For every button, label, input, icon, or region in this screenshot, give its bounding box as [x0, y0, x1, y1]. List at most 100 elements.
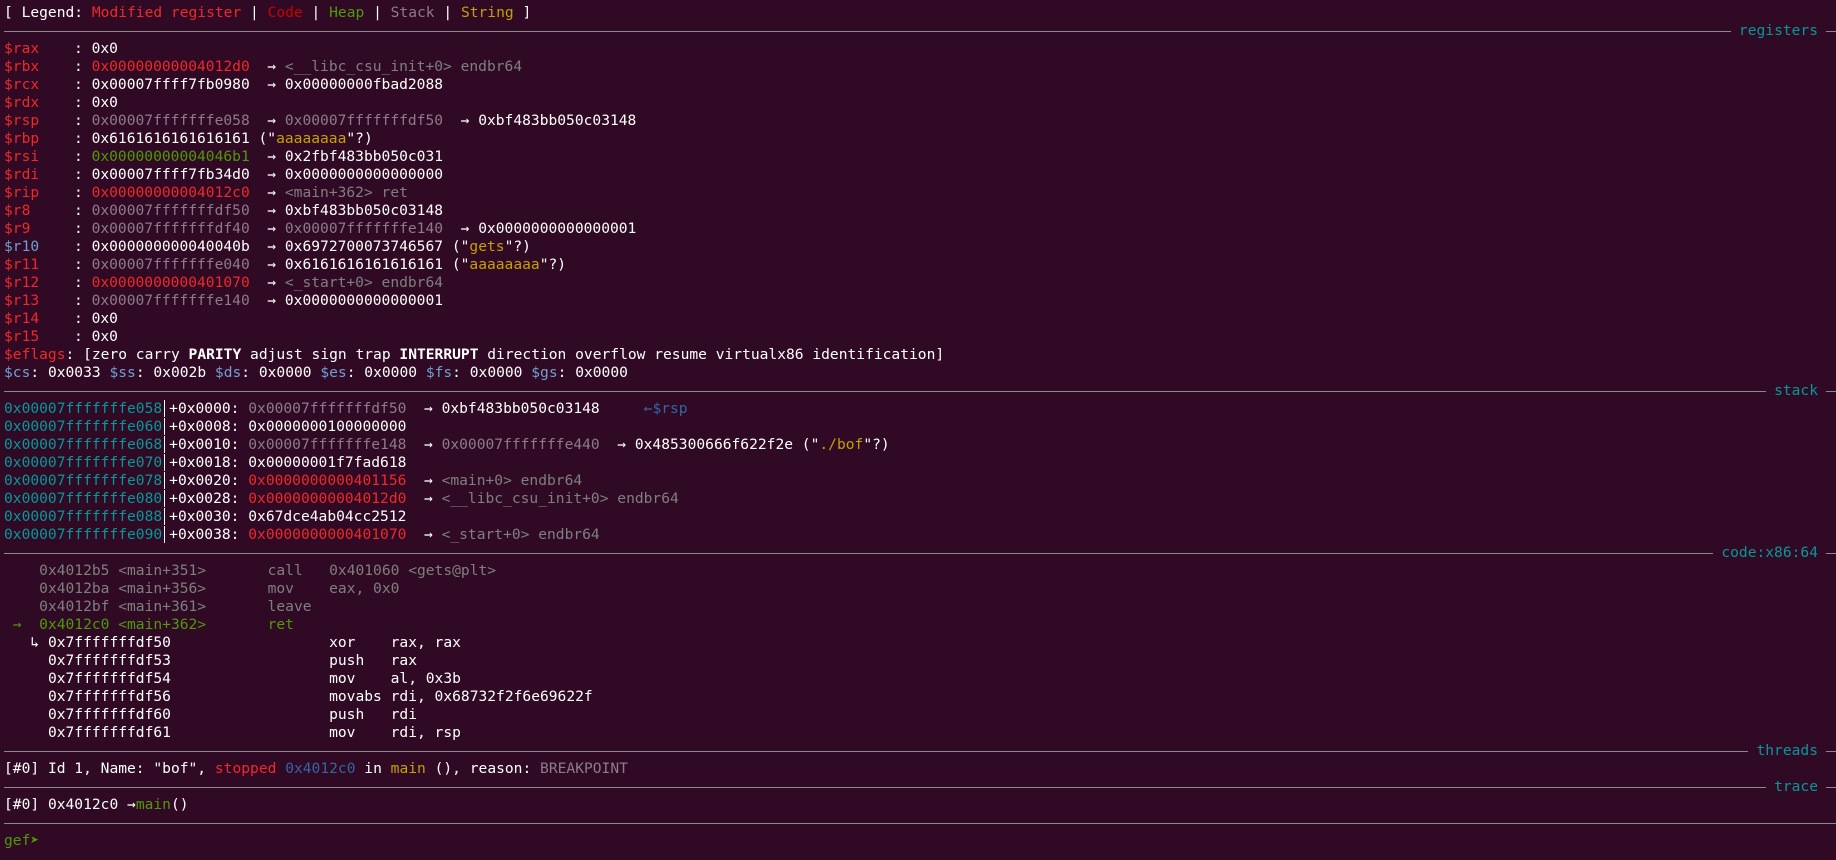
- segment-value: 0x0000: [364, 364, 418, 381]
- stack-offset: +0x0030:: [164, 508, 240, 525]
- trace-line: [#0] 0x4012c0 →main(): [4, 796, 189, 813]
- legend-line: [ Legend: Modified register | Code | Hea…: [4, 4, 532, 21]
- code-line-next: 0x7fffffffdf60 push rdi: [4, 706, 1836, 724]
- register-row: $rdi: 0x00007ffff7fb34d0 → 0x00000000000…: [4, 166, 1836, 184]
- register-value: 0x0000000000401070: [91, 274, 250, 291]
- code-line-next: 0x7fffffffdf53 push rax: [4, 652, 1836, 670]
- separator: :: [74, 58, 92, 75]
- pointer-target: 0x00007fffffffdf50: [284, 112, 444, 129]
- stack-address: 0x00007fffffffe090: [4, 526, 163, 543]
- paren: "?): [504, 238, 531, 255]
- register-name: $rdx: [4, 94, 40, 111]
- code-mnemonic: mov: [329, 670, 391, 687]
- threads-title: threads: [1748, 742, 1826, 760]
- register-value: 0x00000000004012d0: [91, 58, 250, 75]
- code-mnemonic: mov: [267, 580, 330, 597]
- register-value: 0x0: [91, 94, 118, 111]
- stack-value: 0x00007fffffffdf50: [248, 400, 407, 417]
- trace-divider: trace: [4, 778, 1836, 796]
- paren: (": [443, 256, 470, 273]
- code-marker: [4, 580, 39, 597]
- register-name: $rsi: [4, 148, 40, 165]
- code-operand: rdi: [390, 706, 417, 723]
- pointer-value: <_start+0> endbr64: [284, 274, 444, 291]
- arrow: →: [249, 220, 285, 237]
- code-line-next: 0x7fffffffdf54 mov al, 0x3b: [4, 670, 1836, 688]
- stack-offset: +0x0000:: [164, 400, 240, 417]
- code-line-past: 0x4012b5 <main+351> call 0x401060 <gets@…: [4, 562, 1836, 580]
- register-name: $r10: [4, 238, 40, 255]
- arrow: →: [249, 256, 285, 273]
- register-value: 0x00007ffff7fb0980: [91, 76, 250, 93]
- gef-prompt: gef➤: [4, 832, 40, 849]
- register-name: $rsp: [4, 112, 40, 129]
- paren: "?): [346, 130, 373, 147]
- stack-offset: +0x0020:: [164, 472, 240, 489]
- code-mnemonic: call: [267, 562, 330, 579]
- stack-value: 0x0000000000401156: [248, 472, 407, 489]
- code-operand: rdi, 0x68732f2f6e69622f: [390, 688, 593, 705]
- register-row: $rdx: 0x0: [4, 94, 1836, 112]
- code-marker: [4, 688, 48, 705]
- code-mnemonic: mov: [329, 724, 391, 741]
- register-value: 0x00007fffffffdf50: [91, 202, 250, 219]
- pointer-value: 0x6972700073746567: [284, 238, 444, 255]
- segment-name: $gs: [531, 364, 558, 381]
- register-value: 0x0: [91, 310, 118, 327]
- separator: :: [30, 364, 48, 381]
- segment-name: $cs: [4, 364, 31, 381]
- register-row: $rcx: 0x00007ffff7fb0980 → 0x00000000fba…: [4, 76, 1836, 94]
- code-address: 0x7fffffffdf61: [47, 724, 171, 741]
- stack-row: 0x00007fffffffe078 +0x0020: 0x00000000004…: [4, 472, 1836, 490]
- register-name: $rbx: [4, 58, 40, 75]
- pointer-value: <main+362> ret: [284, 184, 408, 201]
- register-name: $r9: [4, 220, 31, 237]
- arrow: →: [249, 184, 285, 201]
- register-row: $r15: 0x0: [4, 328, 1836, 346]
- segment-value: 0x0000: [469, 364, 523, 381]
- code-title: code:x86:64: [1713, 544, 1826, 562]
- pointer-value: 0x0000000000000001: [284, 292, 444, 309]
- code-line-next: 0x7fffffffdf61 mov rdi, rsp: [4, 724, 1836, 742]
- prompt-divider: [4, 814, 1836, 832]
- register-row: $r12: 0x0000000000401070 → <_start+0> en…: [4, 274, 1836, 292]
- arrow: →: [249, 202, 285, 219]
- code-marker: [4, 670, 48, 687]
- prompt-line[interactable]: gef➤: [4, 832, 1836, 850]
- stack-offset: +0x0028:: [164, 490, 240, 507]
- arrow: →: [249, 58, 285, 75]
- register-row: $rax: 0x0: [4, 40, 1836, 58]
- code-operand: rax, rax: [390, 634, 461, 651]
- segment-value: 0x0000: [575, 364, 628, 381]
- separator: :: [74, 202, 92, 219]
- stack-offset: +0x0018:: [164, 454, 240, 471]
- legend-heap: Heap: [329, 4, 365, 21]
- register-row: $rbp: 0x6161616161616161 ("aaaaaaaa"?): [4, 130, 1836, 148]
- code-marker: [4, 724, 48, 741]
- code-address: 0x4012bf <main+361>: [39, 598, 207, 615]
- pointer-value: 0xbf483bb050c03148: [441, 400, 600, 417]
- code-marker: ↳: [4, 634, 48, 651]
- pointer-value: <_start+0> endbr64: [441, 526, 600, 543]
- separator: :: [74, 256, 92, 273]
- register-name: $rbp: [4, 130, 40, 147]
- pointer-value: 0xbf483bb050c03148: [284, 202, 444, 219]
- stack-row: 0x00007fffffffe058 +0x0000: 0x00007ffffff…: [4, 400, 1836, 418]
- register-value: 0x00000000004012c0: [91, 184, 250, 201]
- register-name: $rax: [4, 40, 40, 57]
- stack-divider: stack: [4, 382, 1836, 400]
- registers-title: registers: [1730, 22, 1826, 40]
- code-marker: [4, 706, 48, 723]
- register-value: 0x00007ffff7fb34d0: [91, 166, 250, 183]
- segment-name: $fs: [425, 364, 453, 381]
- input-cursor[interactable]: [39, 832, 48, 850]
- paren: "?): [863, 436, 890, 453]
